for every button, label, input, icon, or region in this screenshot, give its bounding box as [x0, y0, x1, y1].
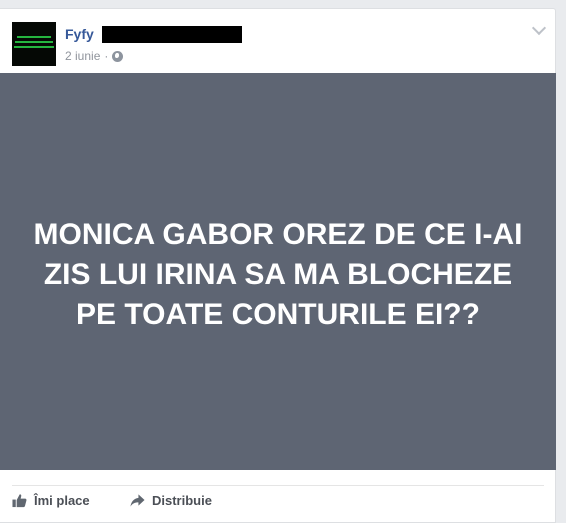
author-row: Fyfy [65, 25, 242, 43]
avatar[interactable] [12, 22, 56, 66]
chevron-down-icon[interactable] [531, 20, 547, 36]
avatar-text-line [15, 41, 53, 43]
action-bar: Îmi place Distribuie [12, 485, 544, 516]
author-name-link[interactable]: Fyfy [65, 25, 94, 43]
globe-icon[interactable] [112, 50, 124, 62]
like-label: Îmi place [34, 493, 90, 508]
like-button[interactable]: Îmi place [12, 493, 90, 508]
redacted-name [101, 25, 242, 43]
status-background: MONICA GABOR OREZ DE CE I-AI ZIS LUI IRI… [0, 73, 556, 470]
post-meta: 2 iunie · [65, 48, 124, 64]
avatar-text-line [14, 46, 54, 48]
avatar-text-line [17, 36, 51, 38]
meta-separator: · [104, 49, 109, 63]
share-button[interactable]: Distribuie [130, 493, 212, 508]
share-label: Distribuie [152, 493, 212, 508]
status-text: MONICA GABOR OREZ DE CE I-AI ZIS LUI IRI… [33, 217, 523, 331]
share-arrow-icon [130, 494, 145, 507]
post-card: Fyfy 2 iunie · MONICA GABOR OREZ DE CE I… [0, 8, 556, 523]
thumbs-up-icon [12, 494, 27, 508]
post-header: Fyfy 2 iunie · [0, 9, 556, 73]
post-timestamp[interactable]: 2 iunie [65, 49, 100, 63]
